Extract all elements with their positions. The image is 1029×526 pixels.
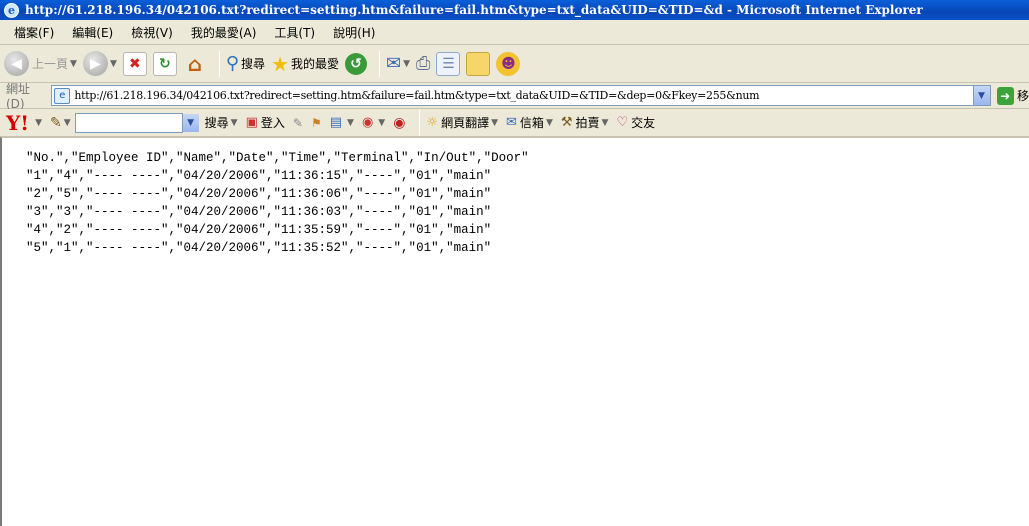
chevron-down-icon: ▼: [491, 117, 499, 128]
mail-label: 信箱: [519, 116, 544, 130]
edit-icon: ☰: [436, 51, 461, 76]
yahoo-search-label: 搜尋: [204, 116, 229, 130]
home-button[interactable]: ⌂: [183, 52, 207, 76]
toolbar-separator: [419, 109, 421, 136]
messenger-button[interactable]: ☻: [496, 51, 521, 76]
refresh-icon: ↻: [152, 51, 177, 76]
text-line: "2","5","---- ----","04/20/2006","11:36:…: [26, 187, 492, 201]
chevron-down-icon[interactable]: ▼: [35, 118, 42, 128]
translate-label: 網頁翻譯: [441, 116, 490, 130]
search-button-label: 搜尋: [241, 57, 266, 71]
star-icon: ★: [271, 51, 289, 76]
search-icon: ⚲: [225, 53, 240, 74]
text-line: "3","3","---- ----","04/20/2006","11:36:…: [26, 205, 492, 219]
stop-icon: ✖: [122, 51, 147, 76]
standard-toolbar: ◀ 上一頁 ▼ ▶ ▼ ✖ ↻ ⌂ ⚲ 搜尋 ★ 我的最愛 ↺ ✉ ▼ ⎙ ☰ …: [0, 45, 1029, 83]
back-button[interactable]: ◀ 上一頁 ▼: [4, 51, 77, 76]
forward-button[interactable]: ▶ ▼: [82, 51, 117, 76]
chevron-down-icon: ▼: [230, 117, 238, 128]
menu-file[interactable]: 檔案(F): [14, 24, 54, 41]
login-icon: ▣: [245, 115, 258, 130]
address-label: 網址(D): [6, 82, 31, 111]
login-button[interactable]: ▣ 登入: [246, 114, 285, 131]
gavel-icon: ⚒: [560, 115, 573, 130]
mail-icon: ✉: [386, 53, 402, 74]
print-icon: ⎙: [416, 53, 431, 74]
back-arrow-icon: ◀: [4, 51, 29, 76]
target-menu[interactable]: ◉ ▼: [362, 115, 385, 130]
favorites-button[interactable]: ★ 我的最愛: [271, 52, 339, 76]
chevron-down-icon: ▼: [109, 58, 117, 69]
pencil-icon[interactable]: ✎: [50, 115, 62, 131]
home-icon: ⌂: [187, 51, 203, 76]
address-bar: 網址(D) e http://61.218.196.34/042106.txt?…: [0, 82, 1029, 111]
heart-icon: ♡: [616, 115, 629, 130]
yahoo-search-input[interactable]: [74, 112, 183, 133]
anti-spy-icon[interactable]: ◉: [393, 115, 405, 131]
title-bar[interactable]: e http://61.218.196.34/042106.txt?redire…: [0, 0, 1029, 20]
bookmarks-menu[interactable]: ▤ ▼: [330, 115, 354, 130]
toolbar-separator: [379, 50, 381, 77]
text-line: "1","4","---- ----","04/20/2006","11:36:…: [26, 169, 492, 183]
chevron-down-icon: ▼: [545, 117, 553, 128]
menu-view[interactable]: 檢視(V): [131, 24, 173, 41]
yahoo-search-button[interactable]: 搜尋 ▼: [205, 114, 238, 131]
menu-favorites[interactable]: 我的最愛(A): [191, 24, 257, 41]
menu-help[interactable]: 說明(H): [333, 24, 375, 41]
go-button-label[interactable]: 移: [1017, 87, 1029, 104]
chevron-down-icon: ▼: [70, 58, 77, 69]
folder-icon: [466, 51, 491, 76]
bookmark-icon[interactable]: ⚑: [311, 116, 322, 130]
window-title: http://61.218.196.34/042106.txt?redirect…: [25, 3, 923, 17]
go-arrow-icon[interactable]: ➜: [996, 86, 1014, 105]
edit-button[interactable]: ☰: [436, 51, 461, 76]
chevron-down-icon: ▼: [601, 117, 609, 128]
chevron-down-icon: ▼: [378, 117, 386, 128]
search-button[interactable]: ⚲ 搜尋: [226, 53, 265, 74]
mail-button[interactable]: ✉ ▼: [386, 53, 410, 74]
toolbar-separator: [218, 50, 220, 77]
text-file-content: "No.","Employee ID","Name","Date","Time"…: [26, 149, 529, 257]
translate-button[interactable]: ☼ 網頁翻譯 ▼: [426, 114, 498, 131]
forward-arrow-icon: ▶: [82, 51, 108, 76]
print-button[interactable]: ⎙: [416, 53, 430, 74]
page-icon: e: [54, 87, 71, 104]
target-icon: ◉: [361, 115, 374, 130]
auction-menu[interactable]: ⚒ 拍賣 ▼: [561, 114, 609, 131]
yahoo-toolbar: Y! ▼ ✎ ▼ ▼ 搜尋 ▼ ▣ 登入 ✎ ⚑ ▤ ▼ ◉ ▼ ◉ ☼ 網頁翻…: [0, 109, 1029, 137]
menu-bar: 檔案(F) 編輯(E) 檢視(V) 我的最愛(A) 工具(T) 說明(H): [0, 20, 1029, 45]
chevron-down-icon[interactable]: ▼: [182, 113, 199, 132]
refresh-button[interactable]: ↻: [152, 51, 177, 76]
back-button-label: 上一頁: [32, 57, 69, 71]
text-line: "No.","Employee ID","Name","Date","Time"…: [26, 151, 529, 165]
auction-label: 拍賣: [575, 116, 600, 130]
mail-menu[interactable]: ✉ 信箱 ▼: [506, 114, 553, 131]
text-line: "5","1","---- ----","04/20/2006","11:35:…: [26, 241, 492, 255]
chevron-down-icon: ▼: [403, 58, 411, 69]
ie-icon: e: [4, 2, 19, 18]
address-url: http://61.218.196.34/042106.txt?redirect…: [74, 89, 760, 102]
history-button[interactable]: ↺: [345, 52, 368, 75]
yahoo-logo[interactable]: Y!: [6, 111, 29, 135]
menu-tools[interactable]: 工具(T): [274, 24, 315, 41]
translate-icon: ☼: [426, 115, 439, 130]
social-label: 交友: [631, 116, 656, 130]
chevron-down-icon: ▼: [347, 117, 354, 128]
history-icon: ↺: [345, 52, 368, 75]
login-label: 登入: [260, 116, 285, 130]
favorites-button-label: 我的最愛: [291, 57, 340, 71]
chevron-down-icon[interactable]: ▼: [972, 86, 990, 105]
chevron-down-icon[interactable]: ▼: [64, 118, 71, 128]
list-icon: ▤: [329, 115, 343, 130]
text-line: "4","2","---- ----","04/20/2006","11:35:…: [26, 223, 492, 237]
social-menu[interactable]: ♡ 交友: [616, 114, 655, 131]
envelope-icon: ✉: [506, 115, 517, 130]
menu-edit[interactable]: 編輯(E): [72, 24, 113, 41]
messenger-icon: ☻: [496, 51, 521, 76]
stop-button[interactable]: ✖: [122, 51, 147, 76]
address-input[interactable]: e http://61.218.196.34/042106.txt?redire…: [51, 85, 991, 106]
highlight-icon[interactable]: ✎: [293, 116, 303, 130]
folder-button[interactable]: [466, 51, 491, 76]
